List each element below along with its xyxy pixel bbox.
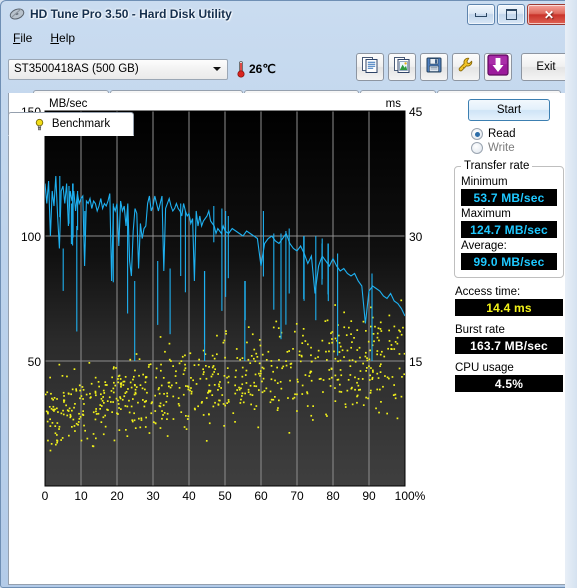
menu-bar: File Help — [4, 28, 573, 48]
svg-text:90: 90 — [362, 489, 376, 503]
radio-write-indicator[interactable] — [471, 142, 483, 154]
download-button[interactable] — [484, 53, 512, 81]
window-buttons: ✕ — [467, 4, 571, 25]
svg-text:0: 0 — [42, 489, 49, 503]
svg-text:50: 50 — [218, 489, 232, 503]
svg-text:100: 100 — [21, 230, 41, 244]
average-label: Average: — [461, 240, 507, 252]
maximum-label: Maximum — [461, 208, 511, 220]
menu-file[interactable]: File — [4, 29, 41, 47]
menu-help[interactable]: Help — [41, 29, 84, 47]
maximize-button[interactable] — [497, 4, 525, 25]
radio-write[interactable]: Write — [471, 142, 565, 154]
chart-y2label: ms — [386, 98, 402, 110]
results-panel: Start Read Write Transfer rate Minimum 5… — [453, 99, 565, 392]
copy-text-button[interactable] — [356, 53, 384, 81]
minimize-icon — [475, 12, 487, 17]
svg-text:20: 20 — [110, 489, 124, 503]
access-time-value: 14.4 ms — [455, 299, 563, 316]
bulb-icon — [32, 117, 47, 132]
svg-text:80: 80 — [326, 489, 340, 503]
drive-select[interactable]: ST3500418AS (500 GB) — [8, 58, 228, 80]
burst-rate-value: 163.7 MB/sec — [455, 337, 563, 354]
temperature-display: 26℃ — [237, 60, 276, 78]
window-scrollbar[interactable] — [565, 0, 577, 588]
svg-text:50: 50 — [28, 355, 42, 369]
chart-svg: MB/sec ms 100 50 45 30 15 0 10 20 30 40 … — [21, 98, 426, 503]
radio-read-indicator[interactable] — [471, 128, 483, 140]
chart-yticks: 150 100 50 — [21, 105, 41, 369]
cpu-usage-block: CPU usage 4.5% — [455, 362, 563, 392]
tab-benchmark-label: Benchmark — [51, 118, 111, 130]
chart-y2ticks: 45 30 15 — [409, 105, 423, 369]
options-button[interactable] — [452, 53, 480, 81]
client-area: ST3500418AS (500 GB) 26℃ Exit Benchmark … — [4, 48, 575, 586]
chevron-down-icon[interactable] — [208, 61, 225, 78]
window-title: HD Tune Pro 3.50 - Hard Disk Utility — [30, 7, 232, 21]
transfer-rate-group: Transfer rate Minimum 53.7 MB/sec Maximu… — [454, 160, 564, 278]
svg-text:10: 10 — [74, 489, 88, 503]
svg-text:40: 40 — [182, 489, 196, 503]
start-label: Start — [496, 104, 522, 116]
start-button[interactable]: Start — [468, 99, 550, 121]
toolbar: ST3500418AS (500 GB) 26℃ Exit — [4, 48, 575, 90]
radio-read-label: Read — [488, 128, 516, 140]
radio-read[interactable]: Read — [471, 128, 565, 140]
cpu-usage-value: 4.5% — [455, 375, 563, 392]
copy-image-icon — [393, 56, 411, 79]
copy-text-icon — [361, 56, 379, 79]
cpu-usage-label: CPU usage — [455, 362, 514, 374]
burst-rate-label: Burst rate — [455, 324, 505, 336]
svg-text:15: 15 — [409, 355, 423, 369]
benchmark-page: MB/sec ms 100 50 45 30 15 0 10 20 30 40 … — [8, 93, 571, 585]
svg-text:45: 45 — [409, 105, 423, 119]
access-time-block: Access time: 14.4 ms — [455, 286, 563, 316]
tab-benchmark[interactable]: Benchmark — [8, 112, 134, 136]
svg-text:100%: 100% — [395, 489, 426, 503]
floppy-disk-icon — [425, 56, 443, 79]
burst-rate-block: Burst rate 163.7 MB/sec — [455, 324, 563, 354]
exit-button[interactable]: Exit — [521, 53, 571, 81]
chart-xticks: 0 10 20 30 40 50 60 70 80 90 100% — [42, 489, 426, 503]
app-icon — [9, 6, 25, 22]
access-time-label: Access time: — [455, 286, 521, 298]
svg-text:60: 60 — [254, 489, 268, 503]
drive-select-value: ST3500418AS (500 GB) — [14, 63, 139, 75]
temperature-value: 26℃ — [249, 62, 276, 76]
svg-text:70: 70 — [290, 489, 304, 503]
benchmark-chart: MB/sec ms 100 50 45 30 15 0 10 20 30 40 … — [9, 93, 449, 503]
app-window: HD Tune Pro 3.50 - Hard Disk Utility ✕ F… — [0, 0, 577, 588]
svg-text:30: 30 — [146, 489, 160, 503]
save-button[interactable] — [420, 53, 448, 81]
exit-label: Exit — [536, 61, 556, 73]
close-icon: ✕ — [543, 7, 555, 22]
minimum-value: 53.7 MB/sec — [461, 189, 557, 206]
toolbar-buttons: Exit — [356, 53, 571, 81]
minimize-button[interactable] — [467, 4, 495, 25]
average-value: 99.0 MB/sec — [461, 253, 557, 270]
transfer-rate-legend: Transfer rate — [464, 160, 530, 172]
maximum-value: 124.7 MB/sec — [461, 221, 557, 238]
chart-ylabel: MB/sec — [49, 98, 88, 110]
wrench-icon — [457, 56, 475, 79]
minimum-label: Minimum — [461, 176, 508, 188]
copy-image-button[interactable] — [388, 53, 416, 81]
svg-text:30: 30 — [409, 230, 423, 244]
maximize-icon — [505, 9, 517, 20]
radio-write-label: Write — [488, 142, 515, 154]
down-arrow-icon — [487, 53, 509, 81]
thermometer-icon — [237, 60, 245, 78]
title-bar: HD Tune Pro 3.50 - Hard Disk Utility ✕ — [1, 1, 576, 27]
